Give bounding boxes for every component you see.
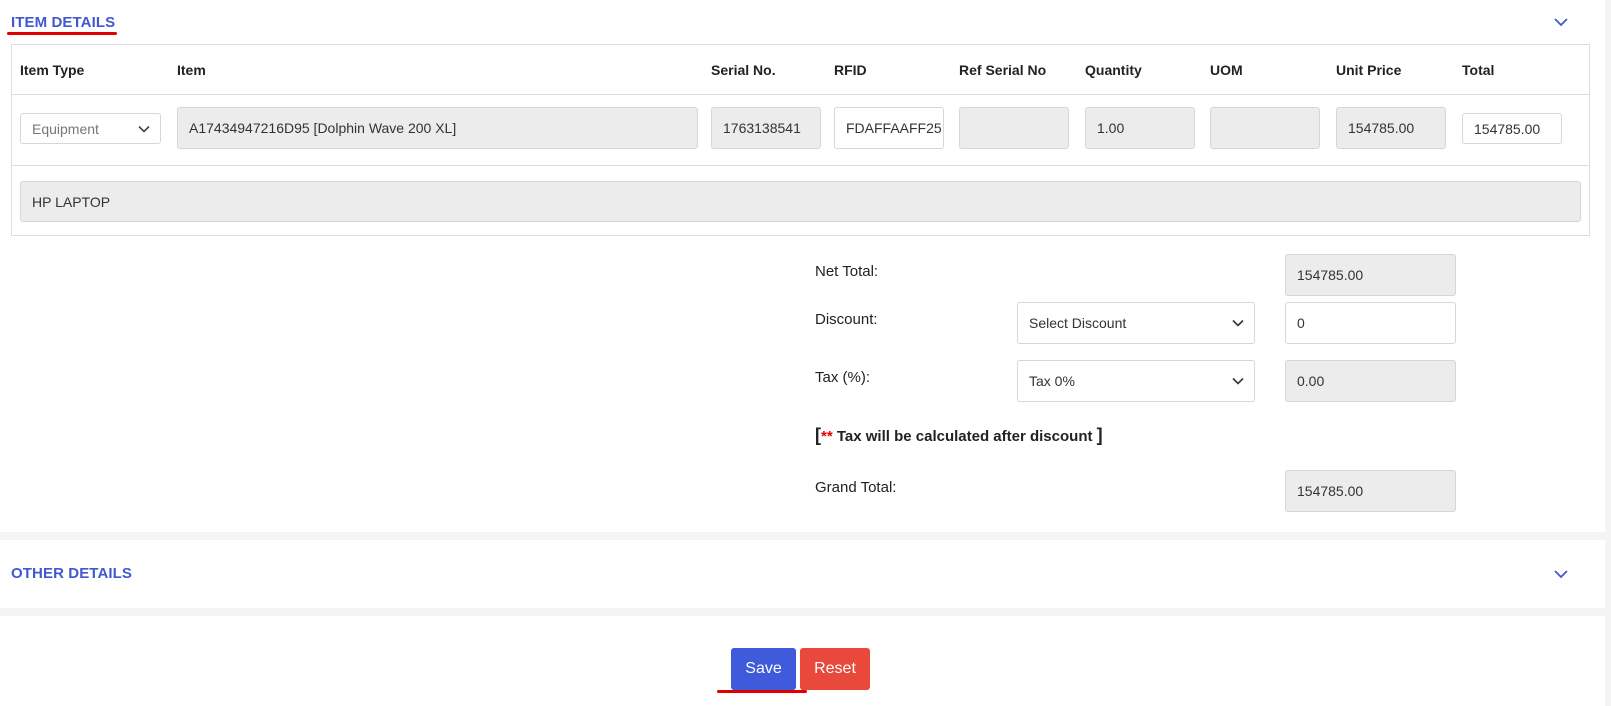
item-type-select[interactable]: Equipment	[20, 113, 161, 144]
net-total-label: Net Total:	[815, 263, 879, 280]
col-unit-price: Unit Price	[1336, 62, 1402, 78]
table-header-row: Item Type Item Serial No. RFID Ref Seria…	[12, 45, 1589, 95]
serial-no-field[interactable]: 1763138541	[711, 107, 821, 149]
col-item-type: Item Type	[20, 62, 85, 78]
discount-label: Discount:	[815, 311, 878, 328]
discount-select[interactable]: Select Discount	[1017, 302, 1255, 344]
save-button[interactable]: Save	[731, 648, 796, 690]
quantity-field[interactable]: 1.00	[1085, 107, 1195, 149]
caret-down-icon	[1232, 377, 1244, 385]
rfid-input[interactable]: FDAFFAAFF25	[834, 107, 944, 149]
tax-amount-field[interactable]: 0.00	[1285, 360, 1456, 402]
table-row: Equipment A17434947216D95 [Dolphin Wave …	[12, 95, 1589, 166]
item-type-value: Equipment	[32, 120, 99, 137]
discount-input[interactable]: 0	[1285, 302, 1456, 344]
uom-field[interactable]	[1210, 107, 1320, 149]
title-highlight-underline	[7, 32, 117, 35]
col-serial-no: Serial No.	[711, 62, 776, 78]
net-total-field[interactable]: 154785.00	[1285, 254, 1456, 296]
col-quantity: Quantity	[1085, 62, 1142, 78]
unit-price-field[interactable]: 154785.00	[1336, 107, 1446, 149]
note-required-stars: **	[821, 428, 833, 445]
reset-button[interactable]: Reset	[800, 648, 870, 690]
col-total: Total	[1462, 62, 1495, 78]
ref-serial-no-field[interactable]	[959, 107, 1069, 149]
caret-down-icon	[1232, 319, 1244, 327]
item-description-field[interactable]: HP LAPTOP	[20, 181, 1581, 222]
note-bracket-close: ]	[1096, 425, 1103, 445]
tax-note: [** Tax will be calculated after discoun…	[815, 425, 1103, 446]
grand-total-field[interactable]: 154785.00	[1285, 470, 1456, 512]
tax-select-value: Tax 0%	[1029, 373, 1075, 389]
chevron-down-icon[interactable]	[1552, 565, 1570, 583]
col-ref-serial-no: Ref Serial No	[959, 62, 1047, 78]
item-field[interactable]: A17434947216D95 [Dolphin Wave 200 XL]	[177, 107, 698, 149]
chevron-down-icon[interactable]	[1552, 13, 1570, 31]
item-details-panel: ITEM DETAILS Item Type Item Serial No. R…	[0, 0, 1605, 532]
other-details-title[interactable]: OTHER DETAILS	[11, 565, 132, 582]
save-highlight-underline	[717, 690, 807, 693]
item-table: Item Type Item Serial No. RFID Ref Seria…	[11, 44, 1590, 236]
tax-select[interactable]: Tax 0%	[1017, 360, 1255, 402]
note-text: Tax will be calculated after discount	[832, 428, 1097, 445]
grand-total-label: Grand Total:	[815, 479, 897, 496]
col-uom: UOM	[1210, 62, 1243, 78]
other-details-panel: OTHER DETAILS	[0, 540, 1605, 608]
col-item: Item	[177, 62, 206, 78]
discount-select-value: Select Discount	[1029, 315, 1127, 331]
col-rfid: RFID	[834, 62, 867, 78]
tax-label: Tax (%):	[815, 369, 871, 386]
item-details-title[interactable]: ITEM DETAILS	[11, 14, 115, 31]
total-input[interactable]: 154785.00	[1462, 113, 1562, 144]
caret-down-icon	[138, 125, 150, 133]
